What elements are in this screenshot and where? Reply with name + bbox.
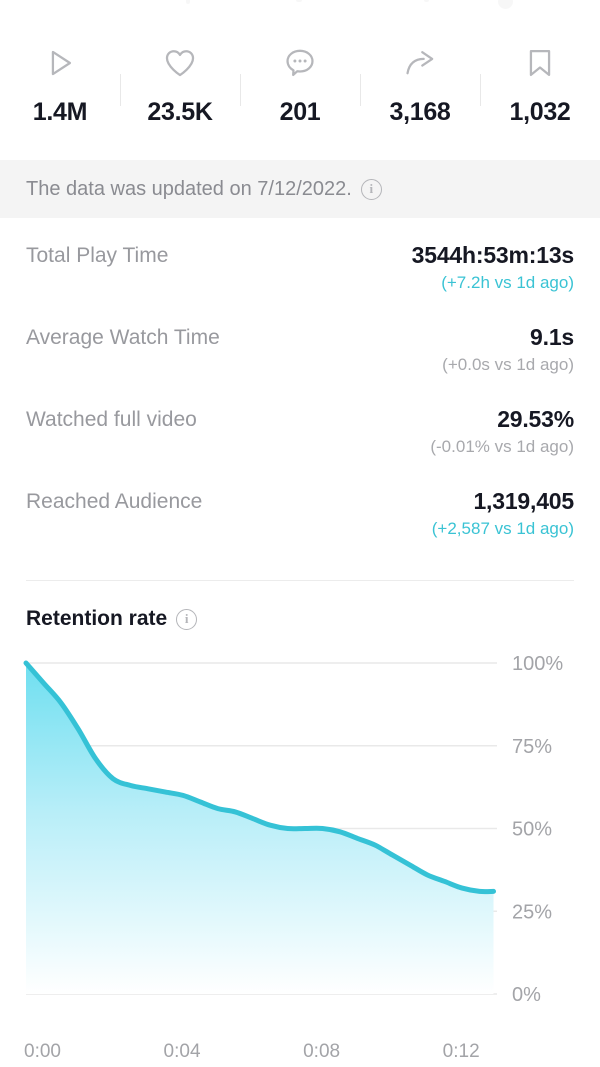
retention-header: Retention rate i	[0, 581, 600, 631]
info-icon[interactable]: i	[176, 608, 198, 630]
metric-delta: (-0.01% vs 1d ago)	[430, 437, 574, 457]
retention-chart: 0% 25% 50% 75% 100%	[0, 649, 600, 1039]
chart-x-axis-labels: 0:00 0:04 0:08 0:12	[0, 1041, 600, 1067]
metric-delta: (+0.0s vs 1d ago)	[442, 355, 574, 375]
stat-value: 1,032	[509, 98, 571, 126]
y-axis-tick-label: 0%	[512, 984, 541, 1006]
top-cutoff-strip	[0, 0, 600, 32]
y-axis-tick-label: 25%	[512, 901, 552, 923]
stat-plays[interactable]: 1.4M	[0, 40, 120, 127]
metric-value: 29.53%	[497, 406, 574, 432]
stat-likes[interactable]: 23.5K	[120, 40, 240, 127]
metric-label: Total Play Time	[26, 244, 169, 267]
metric-label: Watched full video	[26, 408, 197, 431]
x-axis-tick-label: 0:08	[303, 1041, 341, 1062]
bookmark-icon	[523, 40, 557, 86]
metric-label: Average Watch Time	[26, 326, 220, 349]
info-icon[interactable]: i	[360, 178, 382, 200]
partial-element	[424, 0, 429, 2]
metric-value: 9.1s	[530, 324, 574, 350]
share-icon	[403, 40, 437, 86]
x-axis-tick-label: 0:00	[24, 1041, 61, 1062]
stat-favorites[interactable]: 1,032	[480, 40, 600, 127]
metric-delta: (+7.2h vs 1d ago)	[441, 273, 574, 293]
y-axis-tick-label: 50%	[512, 819, 552, 841]
comment-icon	[283, 40, 317, 86]
metric-values: 9.1s (+0.0s vs 1d ago)	[442, 324, 574, 375]
metric-values: 3544h:53m:13s (+7.2h vs 1d ago)	[411, 242, 575, 293]
metric-delta: (+2,587 vs 1d ago)	[431, 519, 574, 539]
data-update-banner: The data was updated on 7/12/2022. i	[0, 160, 600, 218]
chart-y-axis-labels: 0% 25% 50% 75% 100%	[512, 653, 563, 1006]
stat-value: 3,168	[389, 98, 451, 126]
stat-value: 1.4M	[32, 98, 88, 126]
play-icon	[43, 40, 77, 86]
metrics-list: Total Play Time 3544h:53m:13s (+7.2h vs …	[0, 218, 600, 570]
heart-icon	[163, 40, 197, 86]
metric-row: Total Play Time 3544h:53m:13s (+7.2h vs …	[26, 242, 574, 324]
stat-value: 201	[279, 98, 321, 126]
stat-shares[interactable]: 3,168	[360, 40, 480, 127]
retention-title: Retention rate	[26, 607, 168, 630]
y-axis-tick-label: 100%	[512, 653, 563, 675]
metric-label: Reached Audience	[26, 490, 203, 513]
x-axis-tick-label: 0:04	[163, 1041, 201, 1062]
metric-value: 3544h:53m:13s	[411, 242, 575, 268]
partial-element	[296, 0, 302, 2]
metric-value: 1,319,405	[473, 488, 574, 514]
metric-values: 29.53% (-0.01% vs 1d ago)	[430, 406, 574, 457]
partial-element	[498, 0, 513, 9]
partial-element	[186, 0, 190, 4]
stat-value: 23.5K	[147, 98, 213, 126]
metric-values: 1,319,405 (+2,587 vs 1d ago)	[432, 488, 574, 539]
metric-row: Watched full video 29.53% (-0.01% vs 1d …	[26, 406, 574, 488]
stat-comments[interactable]: 201	[240, 40, 360, 127]
x-axis-tick-label: 0:12	[442, 1041, 480, 1062]
metric-row: Average Watch Time 9.1s (+0.0s vs 1d ago…	[26, 324, 574, 406]
y-axis-tick-label: 75%	[512, 736, 552, 758]
update-banner-text: The data was updated on 7/12/2022.	[26, 177, 352, 200]
retention-chart-svg: 0% 25% 50% 75% 100%	[23, 653, 563, 1006]
engagement-stats-row: 1.4M 23.5K 201 3,168 1,032	[0, 32, 600, 160]
metric-row: Reached Audience 1,319,405 (+2,587 vs 1d…	[26, 488, 574, 570]
